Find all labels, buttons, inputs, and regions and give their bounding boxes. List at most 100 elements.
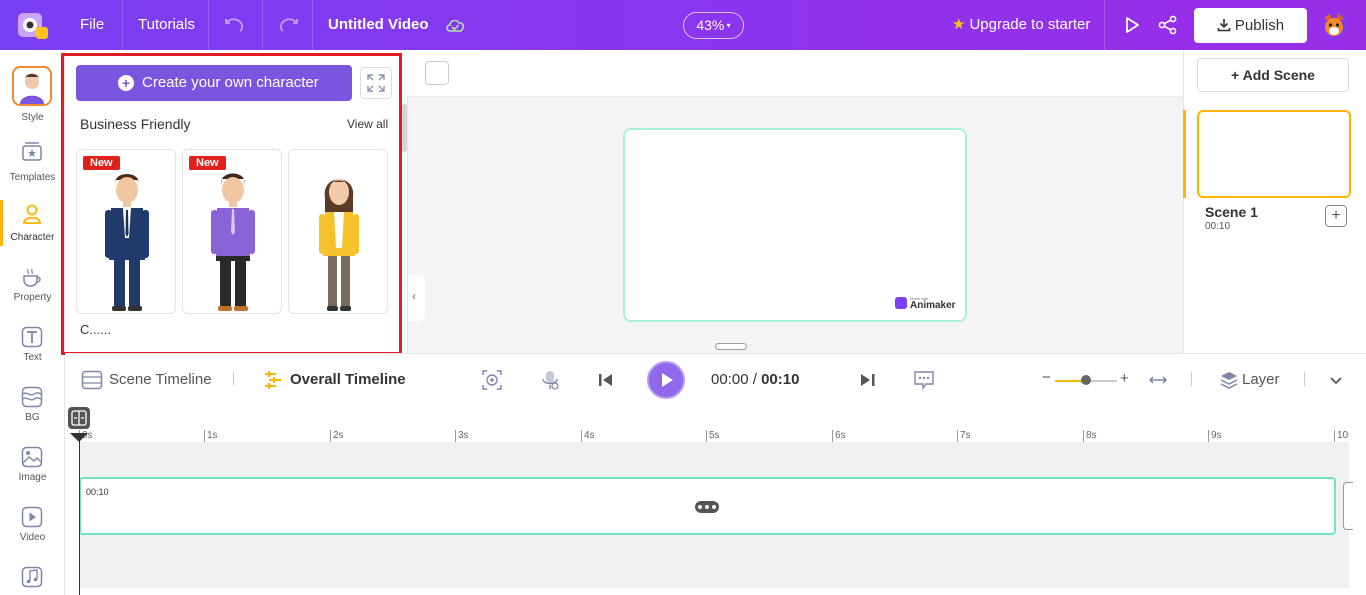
zoom-dropdown[interactable]: 43% ▾ xyxy=(683,12,744,39)
scene-canvas[interactable] xyxy=(623,128,967,322)
resize-handle[interactable] xyxy=(715,343,747,350)
animaker-logo-icon xyxy=(895,297,907,309)
divider xyxy=(1304,372,1305,386)
zoom-slider-knob[interactable] xyxy=(1081,375,1091,385)
scene-thumbnail[interactable] xyxy=(1197,110,1351,198)
rail-label-character: Character xyxy=(10,232,55,243)
skip-forward-icon[interactable] xyxy=(857,369,879,391)
preview-play-icon[interactable] xyxy=(1121,14,1143,36)
scenes-panel xyxy=(1183,50,1366,353)
stage-toolbar xyxy=(407,50,1183,97)
playhead-line xyxy=(79,440,80,595)
overall-timeline-tab[interactable]: Overall Timeline xyxy=(290,371,406,388)
clip-end-handle[interactable] xyxy=(1343,482,1353,530)
character-icon xyxy=(23,204,41,224)
playhead-icon xyxy=(71,410,87,426)
subtitles-icon[interactable] xyxy=(913,369,935,391)
project-title[interactable]: Untitled Video xyxy=(328,0,429,50)
timeline-ruler[interactable]: 0s 1s 2s 3s 4s 5s 6s 7s 8s 9s 10s xyxy=(79,430,1349,444)
share-icon[interactable] xyxy=(1157,14,1179,36)
clip-duration: 00:10 xyxy=(86,487,109,497)
rail-label-video: Video xyxy=(19,532,46,543)
rail-item-style[interactable]: Style xyxy=(0,64,65,124)
scene-duration: 00:10 xyxy=(1205,221,1231,232)
divider xyxy=(1104,0,1105,50)
scene-timeline-icon xyxy=(81,370,103,390)
ruler-tick: 6s xyxy=(832,430,846,442)
templates-icon xyxy=(22,142,42,161)
zoom-out-icon[interactable]: − xyxy=(1042,369,1051,386)
upgrade-link[interactable]: ★ Upgrade to starter xyxy=(952,0,1090,50)
select-all-checkbox[interactable] xyxy=(425,61,449,85)
layers-icon xyxy=(1220,372,1238,389)
layer-toggle[interactable]: Layer xyxy=(1242,371,1280,388)
zoom-in-icon[interactable]: + xyxy=(1120,370,1129,387)
video-icon xyxy=(21,506,43,528)
rail-label-image: Image xyxy=(18,472,47,483)
rail-item-templates[interactable]: Templates xyxy=(0,136,65,196)
rail-label-property: Property xyxy=(13,292,52,303)
ruler-tick: 4s xyxy=(581,430,595,442)
play-button[interactable] xyxy=(647,361,685,399)
divider xyxy=(208,0,209,50)
rail-label-text: Text xyxy=(23,352,42,363)
publish-label: Publish xyxy=(1234,17,1285,34)
ruler-tick: 9s xyxy=(1208,430,1222,442)
background-icon xyxy=(21,386,43,408)
publish-button[interactable]: Publish xyxy=(1194,8,1307,43)
cloud-saved-icon xyxy=(446,19,464,32)
ruler-tick: 8s xyxy=(1083,430,1097,442)
rail-item-text[interactable]: Text xyxy=(0,322,65,382)
ruler-tick: 10s xyxy=(1334,430,1349,442)
add-scene-button[interactable]: + Add Scene xyxy=(1197,58,1349,92)
undo-icon[interactable] xyxy=(224,14,246,36)
microphone-icon[interactable] xyxy=(539,369,561,391)
ruler-tick: 3s xyxy=(455,430,469,442)
text-icon xyxy=(21,326,43,348)
skip-back-icon[interactable] xyxy=(595,369,617,391)
rail-item-image[interactable]: Image xyxy=(0,442,65,502)
collapse-panel-button[interactable]: ‹ xyxy=(408,275,425,321)
rail-label-templates: Templates xyxy=(9,172,56,183)
zoom-value: 43% xyxy=(696,17,725,33)
rail-item-property[interactable]: Property xyxy=(0,262,65,322)
divider xyxy=(312,0,313,50)
play-icon xyxy=(662,373,673,387)
download-icon xyxy=(1217,19,1231,32)
highlight-frame xyxy=(61,53,402,355)
upgrade-label: Upgrade to starter xyxy=(969,16,1091,33)
divider xyxy=(262,0,263,50)
chevron-left-icon: ‹ xyxy=(412,289,416,303)
playhead-handle[interactable] xyxy=(68,407,90,429)
property-icon xyxy=(23,268,41,287)
file-menu[interactable]: File xyxy=(80,0,104,50)
redo-icon[interactable] xyxy=(277,14,299,36)
chevron-down-icon[interactable] xyxy=(1325,369,1347,391)
animaker-logo[interactable] xyxy=(16,9,50,41)
ruler-tick: 2s xyxy=(330,430,344,442)
rail-item-video[interactable]: Video xyxy=(0,502,65,562)
clip-more-button[interactable] xyxy=(695,501,719,513)
dot xyxy=(698,505,702,509)
chevron-down-icon: ▾ xyxy=(724,21,731,30)
fit-width-icon[interactable] xyxy=(1147,369,1169,391)
zoom-fit-icon[interactable] xyxy=(481,369,503,391)
tutorials-menu[interactable]: Tutorials xyxy=(138,0,195,50)
rail-item-character[interactable]: Character xyxy=(0,199,65,259)
total-time: 00:10 xyxy=(761,371,800,388)
user-avatar[interactable] xyxy=(1318,9,1350,41)
ruler-tick: 7s xyxy=(957,430,971,442)
scene-timeline-tab[interactable]: Scene Timeline xyxy=(109,371,212,388)
current-time: 00:00 xyxy=(711,371,749,388)
rail-item-bg[interactable]: BG xyxy=(0,382,65,442)
ruler-tick: 5s xyxy=(706,430,720,442)
time-display: 00:00 / 00:10 xyxy=(711,371,799,388)
music-icon xyxy=(21,566,43,588)
scene-active-indicator xyxy=(1183,110,1186,198)
scene-add-button[interactable]: + xyxy=(1325,205,1347,227)
dot xyxy=(705,505,709,509)
rail-item-music[interactable] xyxy=(0,562,65,595)
ruler-tick: 1s xyxy=(204,430,218,442)
dot xyxy=(712,505,716,509)
divider xyxy=(233,372,234,386)
